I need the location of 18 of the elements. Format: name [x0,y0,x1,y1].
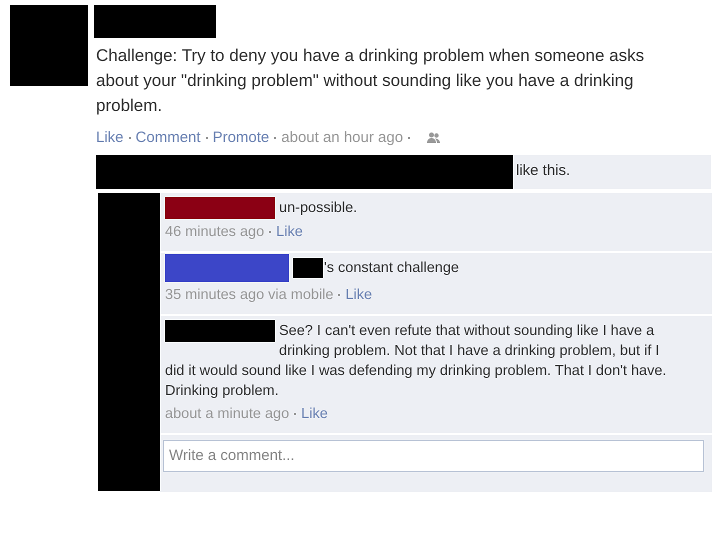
redacted-mention [293,258,323,278]
comment-time: about a minute ago [165,404,290,424]
comment-time: 46 minutes ago [165,222,264,242]
like-link[interactable]: Like [345,284,372,304]
likes-text: like this. [516,161,570,182]
action-link[interactable]: Comment [136,127,201,150]
comment-time: 35 minutes ago via mobile [165,286,334,304]
comment-text: See? I can't even refute that without sounding like I have a drinking problem. Not that I have a drinking problem, but if I did it would sound like I was defending my drinking problem. That I don't have. Drinking problem. [165,322,668,400]
action-link[interactable]: Like [96,127,124,150]
like-link[interactable]: Like [276,222,303,242]
comment-text: un-possible. [278,198,358,218]
post-text: Challenge: Try to deny you have a drinking problem when someone asks about your "drinking problem" without sounding like you have a drinking problem. [96,45,646,117]
action-link[interactable]: Promote [212,127,270,150]
people-icon [427,132,442,144]
comment-text: 's constant challenge [324,258,460,278]
post-time[interactable]: about an hour ago [281,127,404,150]
like-link[interactable]: Like [301,404,328,424]
comment-field[interactable]: Write a comment... [163,440,704,472]
